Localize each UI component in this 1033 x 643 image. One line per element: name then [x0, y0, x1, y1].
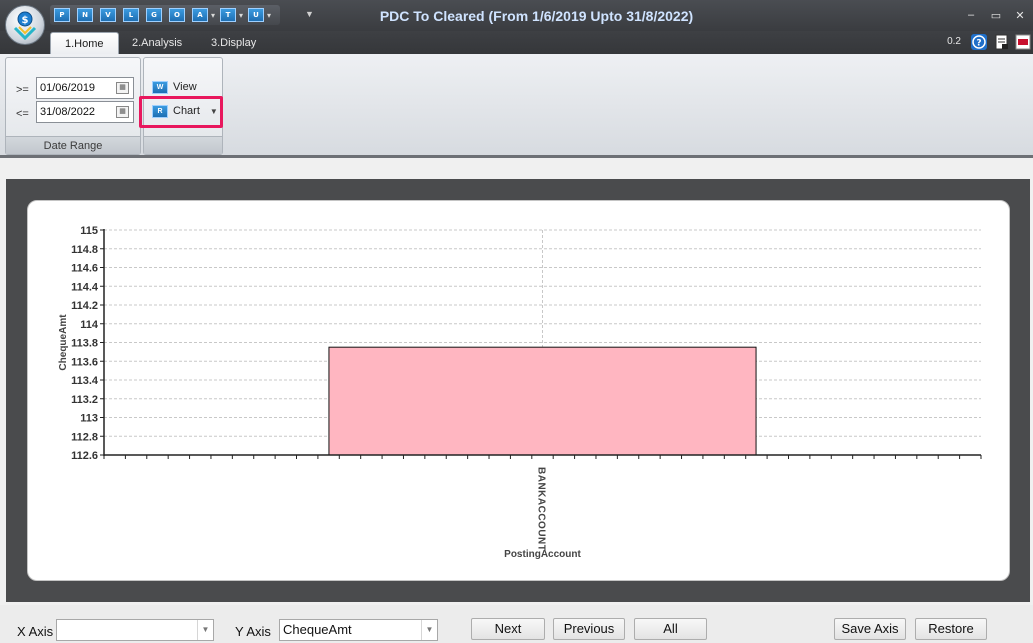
- next-button[interactable]: Next: [471, 618, 545, 640]
- actions-caption: [144, 136, 222, 154]
- chevron-down-icon[interactable]: ▼: [197, 620, 213, 640]
- from-date-field[interactable]: 01/06/2019 ▦: [36, 77, 134, 99]
- restore-button[interactable]: Restore: [915, 618, 987, 640]
- y-axis-select[interactable]: ChequeAmt ▼: [279, 619, 438, 641]
- ribbon-tab-row: 1.Home 2.Analysis 3.Display 0.2 ?: [0, 31, 1033, 54]
- y-tick-label: 114.8: [71, 244, 98, 256]
- help-icon[interactable]: ?: [971, 34, 987, 50]
- y-tick-label: 113.4: [71, 375, 99, 387]
- chart-button-highlight: [139, 96, 223, 128]
- y-tick-label: 114: [80, 319, 99, 331]
- all-button[interactable]: All: [634, 618, 707, 640]
- y-tick-label: 112.8: [71, 431, 98, 443]
- y-axis-label: Y Axis: [235, 624, 271, 639]
- axis-toolbar: X Axis ▼ Y Axis ChequeAmt ▼ Next Previou…: [0, 605, 1033, 643]
- y-tick-label: 113: [80, 413, 98, 425]
- bar: [328, 346, 757, 456]
- y-tick-label: 114.4: [71, 281, 99, 293]
- pdf-icon[interactable]: [1015, 34, 1031, 50]
- x-axis-label: X Axis: [17, 624, 54, 639]
- to-operator: <=: [16, 108, 29, 120]
- chart-area: 115 114.8 114.6 114.4 114.2 114 113.8 113.6 113.…: [6, 179, 1030, 602]
- y-tick-label: 113.8: [71, 338, 98, 350]
- view-label: View: [173, 81, 197, 93]
- y-tick-label: 113.6: [71, 356, 98, 368]
- tab-home[interactable]: 1.Home: [50, 32, 119, 54]
- view-button[interactable]: W View: [152, 77, 197, 97]
- svg-text:$: $: [22, 15, 29, 26]
- y-axis-title: ChequeAmt: [58, 314, 69, 371]
- y-tick-label: 113.2: [71, 394, 98, 406]
- bar-chart: 115 114.8 114.6 114.4 114.2 114 113.8 113.6 113.…: [58, 225, 982, 560]
- tab-display[interactable]: 3.Display: [197, 32, 270, 54]
- save-axis-button[interactable]: Save Axis: [834, 618, 906, 640]
- from-operator: >=: [16, 84, 29, 96]
- svg-text:?: ?: [976, 39, 981, 49]
- app-logo-icon: $: [13, 11, 37, 40]
- x-axis-title: PostingAccount: [504, 549, 581, 560]
- window-title: PDC To Cleared (From 1/6/2019 Upto 31/8/…: [379, 8, 694, 24]
- calendar-icon[interactable]: ▦: [116, 106, 129, 118]
- previous-button[interactable]: Previous: [553, 618, 625, 640]
- view-icon: W: [152, 80, 168, 94]
- to-date-value: 31/08/2022: [40, 106, 96, 118]
- title-bar: P N V L G O A ▾ T ▾ U ▾ ▼ PDC To Cleared (From 1/6/…: [0, 0, 1033, 31]
- chevron-down-icon[interactable]: ▼: [421, 620, 437, 640]
- y-tick-label: 114.2: [71, 300, 98, 312]
- y-tick-label: 112.6: [71, 450, 98, 462]
- chart-panel: 115 114.8 114.6 114.4 114.2 114 113.8 113.6 113.…: [27, 200, 1010, 581]
- tab-analysis[interactable]: 2.Analysis: [118, 32, 196, 54]
- from-date-value: 01/06/2019: [40, 82, 96, 94]
- document-icon[interactable]: [994, 34, 1010, 50]
- close-button[interactable]: ✕: [1012, 9, 1028, 22]
- y-axis-value: ChequeAmt: [283, 622, 352, 637]
- calendar-icon[interactable]: ▦: [116, 82, 129, 94]
- to-date-field[interactable]: 31/08/2022 ▦: [36, 101, 134, 123]
- restore-button[interactable]: ▭: [988, 9, 1004, 22]
- x-tick-label: BANKACCOUNT: [536, 467, 547, 551]
- app-menu-button[interactable]: $: [5, 5, 45, 45]
- x-axis-select[interactable]: ▼: [56, 619, 214, 641]
- y-tick-label: 114.6: [71, 263, 98, 275]
- minimize-button[interactable]: –: [963, 9, 979, 21]
- date-range-caption: Date Range: [6, 136, 140, 154]
- date-range-group: >= 01/06/2019 ▦ <= 31/08/2022 ▦ Date Ran…: [5, 57, 141, 155]
- y-tick-label: 115: [80, 225, 98, 237]
- version-label: 0.2: [947, 36, 961, 47]
